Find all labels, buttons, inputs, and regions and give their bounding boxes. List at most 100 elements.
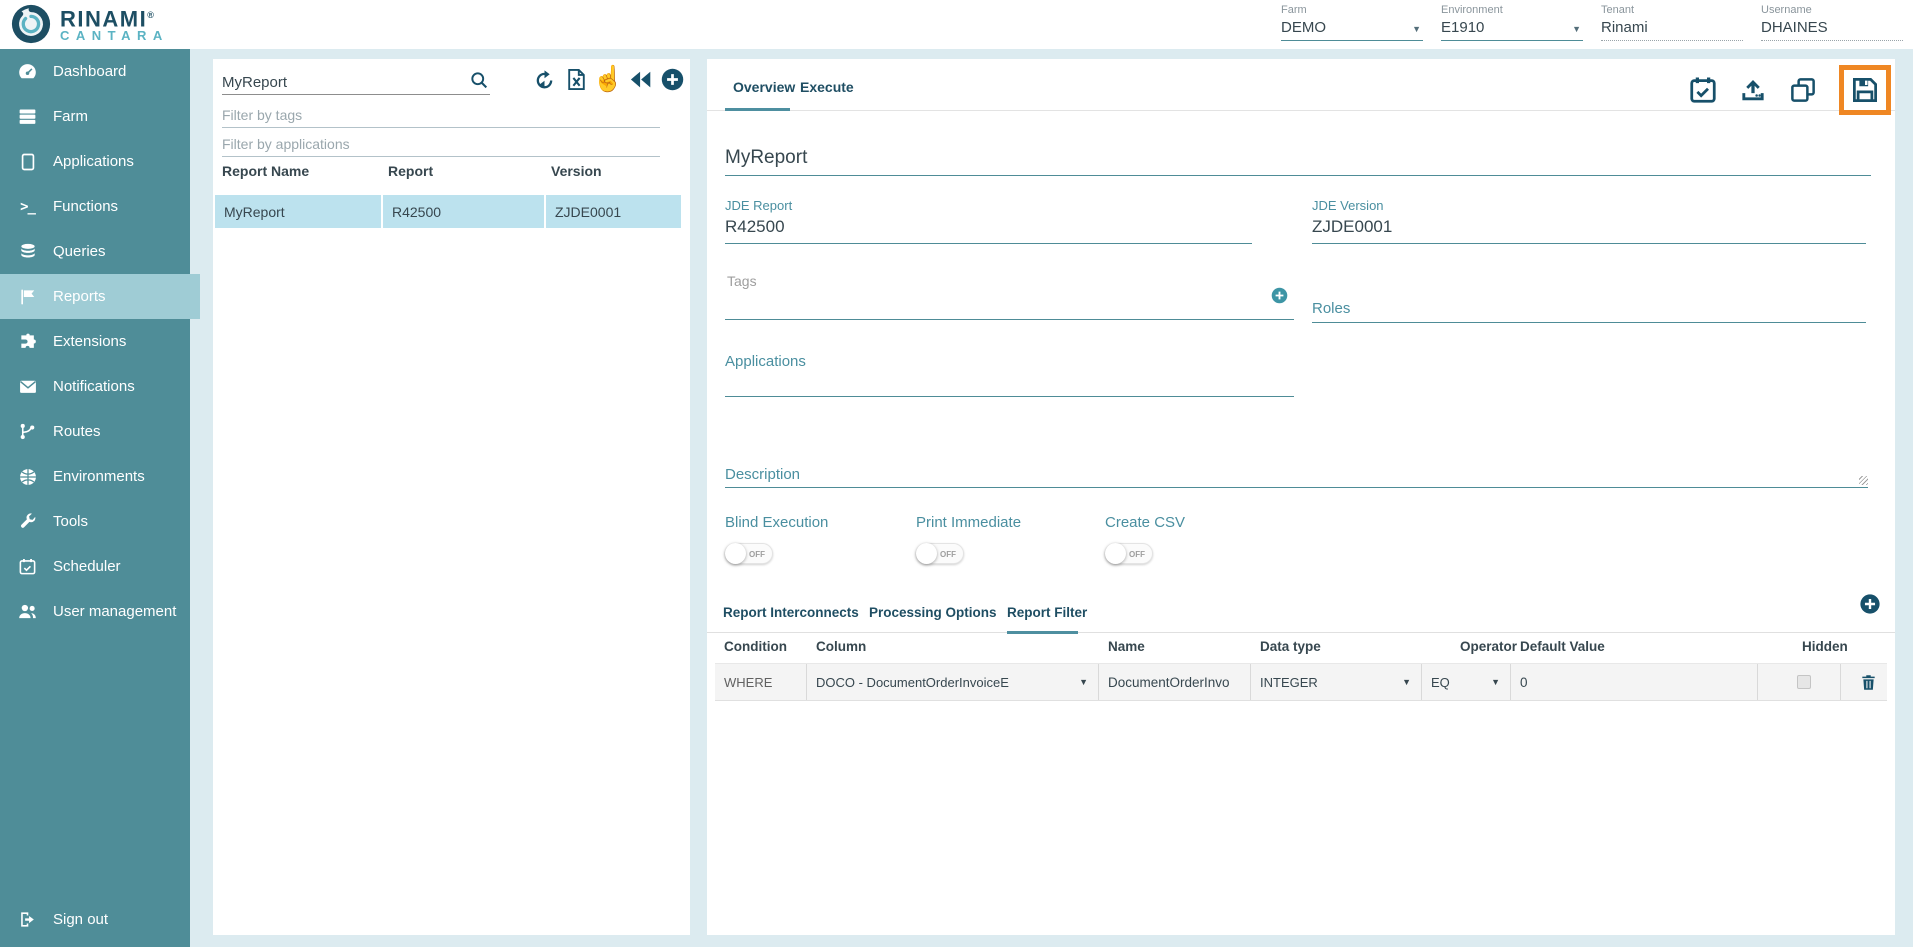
report-list-row-selected[interactable]: MyReport R42500 ZJDE0001 [215,195,681,228]
col-column: Column [807,639,1099,654]
filter-by-applications-input[interactable] [222,136,660,157]
toggle-knob [725,543,746,564]
sidebar-item-environments[interactable]: Environments [0,454,190,499]
toggle-knob [916,543,937,564]
reports-icon [17,286,38,307]
create-csv-toggle-group: Create CSV OFF [1105,514,1185,564]
chevron-down-icon: ▼ [1412,24,1421,34]
sidebar-item-tools[interactable]: Tools [0,499,190,544]
print-immediate-toggle[interactable]: OFF [916,543,964,564]
col-operator: Operator [1422,639,1511,654]
refresh-icon[interactable] [531,66,557,92]
report-name-input[interactable] [725,143,1871,175]
sidebar-item-dashboard[interactable]: Dashboard [0,49,190,94]
username-field: Username DHAINES [1761,4,1903,41]
jde-version-input[interactable] [1312,213,1866,243]
jde-version-label: JDE Version [1312,198,1866,213]
upload-icon[interactable] [1737,74,1769,106]
report-search-input[interactable] [222,74,468,91]
blind-execution-toggle-group: Blind Execution OFF [725,514,828,564]
active-subtab-indicator [1007,631,1078,634]
farm-icon [17,106,38,127]
queries-icon [17,241,38,262]
sidebar-item-routes[interactable]: Routes [0,409,190,454]
subtab-processing-options[interactable]: Processing Options [869,605,997,620]
sidebar-item-applications[interactable]: Applications [0,139,190,184]
tenant-value: Rinami [1601,16,1743,41]
default-value-input[interactable] [1520,675,1733,690]
create-csv-toggle[interactable]: OFF [1105,543,1153,564]
data-type-select[interactable]: INTEGER ▼ [1251,664,1422,700]
col-name: Name [1099,639,1251,654]
tab-execute[interactable]: Execute [800,79,854,95]
jde-report-input[interactable] [725,213,1252,243]
description-field[interactable]: Description [725,466,1868,488]
save-button-highlight [1839,65,1891,115]
filter-by-tags-input[interactable] [222,107,660,128]
add-report-icon[interactable] [659,66,685,92]
rewind-icon[interactable] [627,66,653,92]
roles-field[interactable]: Roles [1312,300,1866,323]
tab-overview[interactable]: Overview [733,79,795,95]
toggle-state-label: OFF [940,550,956,559]
applications-field[interactable]: Applications [725,353,1294,397]
environments-icon [17,466,38,487]
name-cell [1099,664,1251,700]
farm-select-field: Farm DEMO▼ [1281,4,1423,41]
report-search-field [222,69,490,95]
sidebar-item-scheduler[interactable]: Scheduler [0,544,190,589]
environment-select[interactable]: E1910▼ [1441,16,1583,41]
report-list-panel: ☝ Report Name Report Version MyReport R4… [213,59,690,935]
environment-label: Environment [1441,4,1583,16]
hidden-checkbox[interactable] [1797,675,1811,689]
print-immediate-toggle-group: Print Immediate OFF [916,514,1021,564]
trash-icon[interactable] [1859,673,1878,692]
sidebar-item-user-management[interactable]: User management [0,589,190,634]
sign-out-button[interactable]: Sign out [0,897,190,942]
col-hidden: Hidden [1758,639,1841,654]
report-name-cell: MyReport [215,195,381,228]
report-cell: R42500 [381,195,544,228]
name-input[interactable] [1108,675,1236,690]
sidebar-item-farm[interactable]: Farm [0,94,190,139]
subtab-report-filter[interactable]: Report Filter [1007,605,1087,620]
sidebar-item-label: Notifications [53,378,135,395]
tags-field[interactable]: Tags [725,273,1294,320]
sidebar-item-label: Reports [53,288,106,305]
subtab-report-interconnects[interactable]: Report Interconnects [723,605,859,620]
sidebar-item-label: Environments [53,468,145,485]
farm-select[interactable]: DEMO▼ [1281,16,1423,41]
operator-select[interactable]: EQ ▼ [1422,664,1511,700]
sidebar-item-label: Tools [53,513,88,530]
blind-execution-toggle[interactable]: OFF [725,543,773,564]
add-tag-icon[interactable] [1271,287,1288,304]
chevron-down-icon: ▼ [1079,677,1088,687]
report-name-field [725,143,1871,176]
dashboard-icon [17,61,38,82]
copy-icon[interactable] [1787,74,1819,106]
sidebar-item-label: Routes [53,423,101,440]
hand-pointer-icon[interactable]: ☝ [595,66,621,92]
search-icon[interactable] [468,69,490,91]
add-filter-icon[interactable] [1859,593,1881,615]
brand-subtitle: CANTARA [60,29,169,43]
sidebar-item-notifications[interactable]: Notifications [0,364,190,409]
jde-report-field: JDE Report [725,198,1252,244]
toggle-state-label: OFF [1129,550,1145,559]
textarea-resize-handle[interactable] [1859,476,1868,485]
sidebar-item-reports[interactable]: Reports [0,274,200,319]
sidebar-item-queries[interactable]: Queries [0,229,190,274]
sidebar-item-functions[interactable]: >_ Functions [0,184,190,229]
print-immediate-label: Print Immediate [916,514,1021,531]
tools-icon [17,511,38,532]
col-condition: Condition [715,639,807,654]
sidebar-item-extensions[interactable]: Extensions [0,319,190,364]
save-icon[interactable] [1849,74,1881,106]
column-select[interactable]: DOCO - DocumentOrderInvoiceE ▼ [807,664,1099,700]
report-list-toolbar: ☝ [531,66,685,92]
schedule-icon[interactable] [1687,74,1719,106]
user-management-icon [17,601,38,622]
excel-export-icon[interactable] [563,66,589,92]
sidebar-item-label: Scheduler [53,558,121,575]
sidebar-nav: Dashboard Farm Applications >_ Functions… [0,49,190,947]
